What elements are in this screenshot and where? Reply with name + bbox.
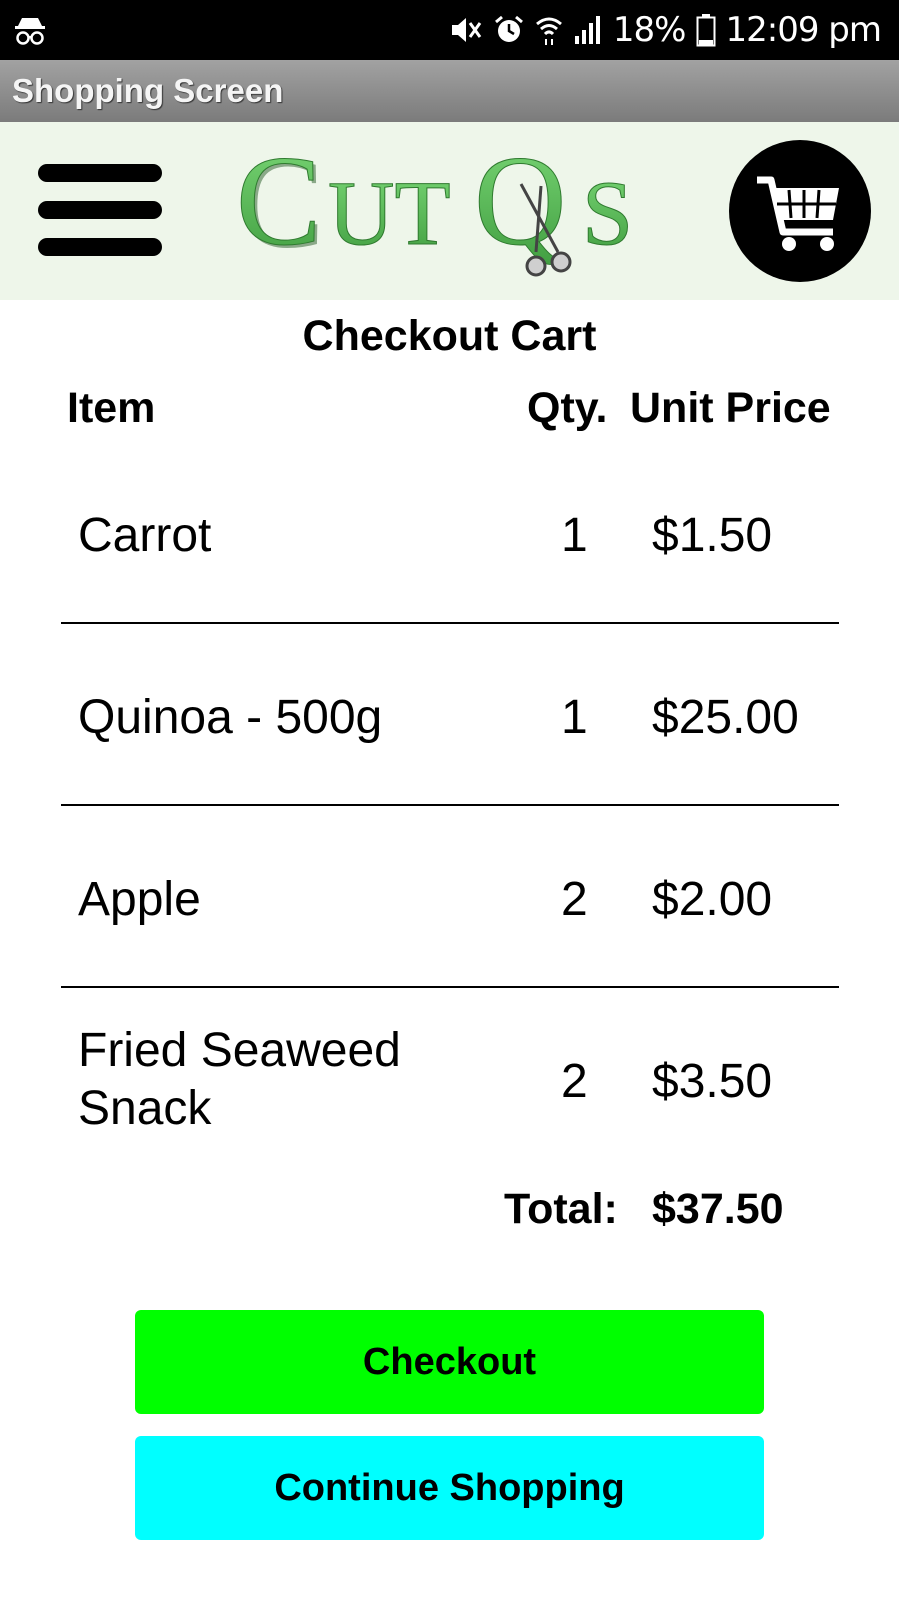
continue-shopping-button[interactable]: Continue Shopping: [135, 1436, 764, 1540]
continue-shopping-button-label: Continue Shopping: [274, 1466, 625, 1509]
app-title-bar: Shopping Screen: [0, 60, 899, 122]
item-qty: 2: [561, 873, 588, 926]
column-header-unit-price: Unit Price: [630, 384, 831, 432]
svg-text:Q: Q: [474, 134, 566, 272]
item-name: Carrot: [78, 509, 212, 562]
svg-text:UT: UT: [328, 162, 451, 264]
total-label: Total:: [504, 1185, 618, 1233]
item-price: $1.50: [652, 509, 773, 562]
shopping-cart-icon[interactable]: [729, 140, 871, 282]
incognito-icon: [14, 14, 46, 48]
row-divider: [61, 986, 839, 988]
checkout-button[interactable]: Checkout: [135, 1310, 764, 1414]
svg-text:C: C: [236, 134, 321, 272]
clock: 12:09 pm: [725, 10, 882, 50]
row-divider: [61, 804, 839, 806]
cart-row: Carrot 1 $1.50: [61, 507, 839, 567]
item-name: Fried Seaweed: [78, 1024, 401, 1077]
app-title: Shopping Screen: [12, 72, 284, 109]
item-name-continued: Snack: [78, 1082, 212, 1135]
item-qty: 1: [561, 691, 588, 744]
alarm-icon: [493, 14, 525, 46]
total-value: $37.50: [652, 1185, 784, 1233]
wifi-icon: [535, 14, 563, 46]
signal-icon: [573, 14, 603, 46]
item-qty: 2: [561, 1055, 588, 1108]
item-name: Quinoa - 500g: [78, 691, 383, 744]
status-bar: 18% 12:09 pm: [0, 0, 899, 60]
row-divider: [61, 622, 839, 624]
item-name: Apple: [78, 873, 201, 926]
cart-row: Fried Seaweed Snack 2 $3.50: [61, 1022, 839, 1142]
column-header-item: Item: [67, 384, 156, 432]
svg-text:S: S: [582, 162, 633, 264]
item-price: $2.00: [652, 873, 773, 926]
cutqs-logo: C C UT Q S: [236, 130, 676, 284]
item-price: $25.00: [652, 691, 799, 744]
cart-row: Apple 2 $2.00: [61, 871, 839, 931]
battery-icon: [696, 13, 716, 47]
checkout-button-label: Checkout: [362, 1340, 537, 1383]
item-qty: 1: [561, 509, 588, 562]
battery-percent: 18%: [612, 10, 687, 50]
mute-icon: [449, 14, 483, 46]
cart-row: Quinoa - 500g 1 $25.00: [61, 689, 839, 749]
column-header-qty: Qty.: [527, 384, 608, 432]
header: C C UT Q S: [0, 122, 899, 300]
hamburger-menu-icon[interactable]: [38, 164, 162, 256]
cart-title: Checkout Cart: [302, 312, 597, 360]
item-price: $3.50: [652, 1055, 773, 1108]
